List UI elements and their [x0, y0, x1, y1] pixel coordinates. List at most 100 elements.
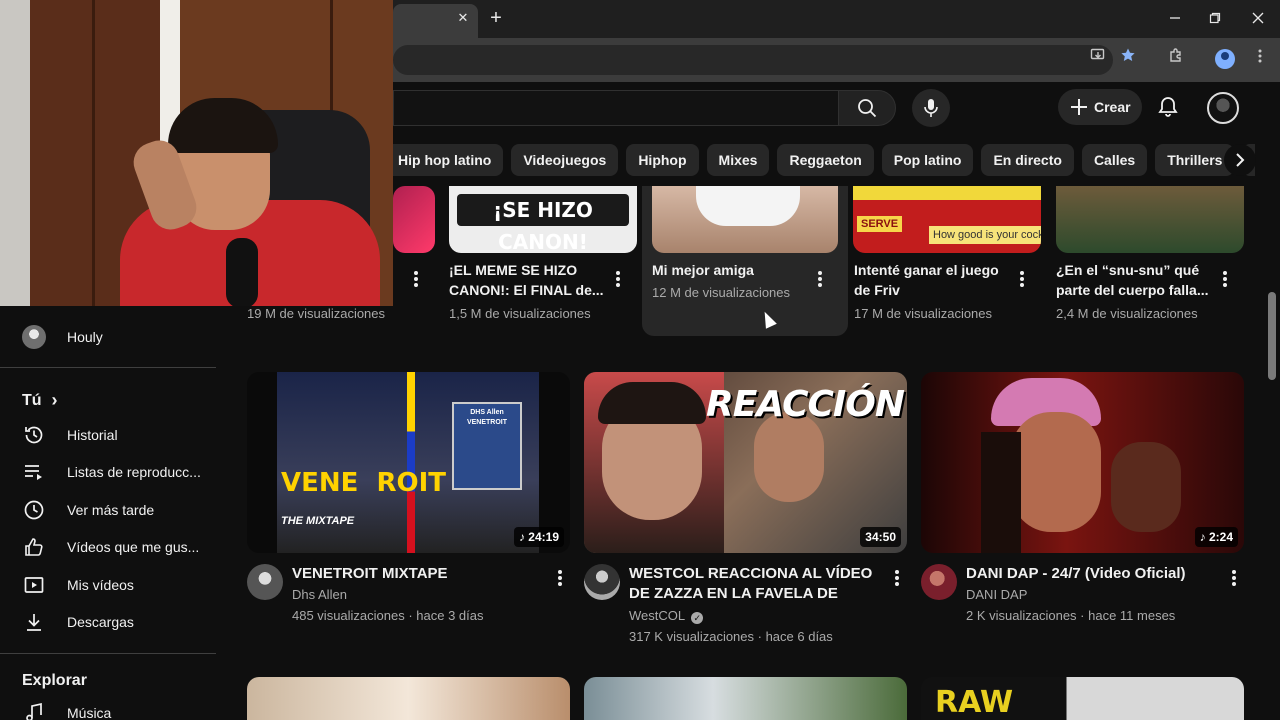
thumbnail-caption: VENE ROIT	[281, 468, 447, 498]
more-options-icon[interactable]	[1232, 570, 1236, 586]
video-stats: 2 K visualizaciones · hace 11 meses	[966, 608, 1176, 623]
video-thumbnail[interactable]	[1056, 186, 1244, 253]
sidebar-item-downloads[interactable]: Descargas	[0, 603, 220, 641]
video-thumbnail[interactable]	[652, 186, 838, 253]
video-thumbnail[interactable]: ♪ 2:24	[921, 372, 1244, 553]
create-button[interactable]: Crear	[1058, 89, 1142, 125]
sidebar-you-heading[interactable]: Tú ›	[22, 390, 58, 411]
filter-chip[interactable]: Reggaeton	[777, 144, 874, 176]
channel-name[interactable]: WestCOL ✓	[629, 606, 704, 626]
microphone-icon	[924, 99, 938, 117]
extensions-icon[interactable]	[1164, 46, 1188, 72]
channel-name[interactable]: Dhs Allen	[292, 585, 347, 605]
video-title[interactable]: ¡EL MEME SE HIZO CANON!: El FINAL de...	[449, 260, 607, 300]
search-input[interactable]	[393, 90, 838, 126]
channel-name[interactable]: DANI DAP	[966, 585, 1027, 605]
webcam-overlay	[0, 0, 393, 306]
more-options-icon[interactable]	[1020, 271, 1024, 287]
voice-search-button[interactable]	[912, 89, 950, 127]
filter-chip[interactable]: Pop latino	[881, 144, 974, 176]
sidebar-item-watch-later[interactable]: Ver más tarde	[0, 491, 220, 529]
filter-chip[interactable]: Mixes	[706, 144, 770, 176]
you-label: Tú	[22, 391, 42, 409]
video-title[interactable]: Mi mejor amiga	[652, 260, 802, 280]
sidebar-item-liked-videos[interactable]: Vídeos que me gus...	[0, 528, 220, 566]
channel-avatar[interactable]	[584, 564, 620, 600]
more-options-icon[interactable]	[895, 570, 899, 586]
filter-chip[interactable]: Calles	[1081, 144, 1148, 176]
downloads-icon	[22, 610, 46, 634]
chevron-right-icon: ›	[51, 390, 58, 410]
liked-videos-icon	[22, 535, 46, 559]
thumbnail-caption: ¡SE HIZO CANON!	[457, 194, 629, 253]
more-icon[interactable]	[1248, 46, 1272, 72]
video-thumbnail[interactable]	[584, 677, 907, 720]
video-title[interactable]: DANI DAP - 24/7 (Video Oficial)	[966, 564, 1216, 584]
thumbnail-poster: DHS Allen VENETROIT	[452, 402, 522, 490]
category-chips: Hip hop latino Videojuegos Hiphop Mixes Regg…	[393, 144, 1255, 176]
more-options-icon[interactable]	[616, 271, 620, 287]
video-thumbnail[interactable]: SERVE How good is your cocktail?	[853, 186, 1041, 253]
playlists-icon	[22, 460, 46, 484]
new-tab-icon[interactable]: +	[486, 7, 506, 29]
sidebar: Houly Tú › Historial Listas de reproducc…	[0, 306, 240, 720]
channel-name-label: WestCOL	[629, 608, 685, 623]
profile-icon[interactable]	[1215, 49, 1235, 69]
thumbnail-subcaption: THE MIXTAPE	[281, 515, 355, 527]
video-thumbnail[interactable]: DHS Allen VENETROIT VENE ROIT THE MIXTAP…	[247, 372, 570, 553]
sidebar-item-music[interactable]: Música	[0, 694, 220, 720]
more-options-icon[interactable]	[1223, 271, 1227, 287]
video-thumbnail[interactable]	[247, 677, 570, 720]
video-duration: 34:50	[860, 527, 901, 547]
close-icon[interactable]	[1245, 6, 1271, 32]
more-options-icon[interactable]	[818, 271, 822, 287]
filter-chip[interactable]: Thrillers	[1155, 144, 1235, 176]
filter-chip[interactable]: Hiphop	[626, 144, 699, 176]
channel-avatar[interactable]	[247, 564, 283, 600]
video-stats: 317 K visualizaciones · hace 6 días	[629, 629, 833, 644]
thumbnail-caption: How good is your cocktail?	[929, 226, 1041, 244]
page-scrollbar[interactable]	[1268, 292, 1276, 380]
bookmark-star-icon[interactable]	[1116, 46, 1140, 72]
video-views: 1,5 M de visualizaciones	[449, 306, 591, 321]
filter-chip[interactable]: Videojuegos	[511, 144, 619, 176]
address-bar[interactable]	[393, 45, 1113, 75]
video-title[interactable]: ¿En el “snu-snu” qué parte del cuerpo fa…	[1056, 260, 1214, 300]
video-thumbnail[interactable]: ¡SE HIZO CANON!	[449, 186, 637, 253]
video-thumbnail[interactable]	[393, 186, 435, 253]
video-duration: ♪ 2:24	[1194, 527, 1238, 547]
search-icon	[858, 99, 877, 118]
more-options-icon[interactable]	[558, 570, 562, 586]
subscription-item-houly[interactable]: Houly	[0, 318, 220, 356]
sidebar-explore-heading: Explorar	[22, 672, 87, 689]
video-title[interactable]: WESTCOL REACCIONA AL VÍDEO DE ZAZZA EN L…	[629, 564, 884, 604]
sidebar-item-label: Listas de reproducc...	[67, 464, 201, 480]
watch-later-icon	[22, 498, 46, 522]
video-views: 12 M de visualizaciones	[652, 285, 791, 300]
music-icon	[22, 701, 46, 720]
sidebar-item-playlists[interactable]: Listas de reproducc...	[0, 453, 220, 491]
channel-avatar	[22, 325, 46, 349]
video-title[interactable]: Intenté ganar el juego de Friv	[854, 260, 1012, 300]
sidebar-item-historial[interactable]: Historial	[0, 416, 220, 454]
sidebar-item-label: Música	[67, 705, 112, 720]
filter-chip[interactable]: En directo	[981, 144, 1074, 176]
search-button[interactable]	[838, 90, 896, 126]
your-videos-icon	[22, 573, 46, 597]
video-views: 2,4 M de visualizaciones	[1056, 306, 1198, 321]
sidebar-divider	[0, 367, 216, 368]
filter-chip[interactable]: Hip hop latino	[393, 144, 504, 176]
minimize-icon[interactable]	[1162, 6, 1188, 32]
tab-close-icon[interactable]: ✕	[454, 8, 472, 28]
video-thumbnail[interactable]: REACCIÓN 34:50	[584, 372, 907, 553]
install-icon[interactable]	[1086, 46, 1110, 72]
video-title[interactable]: VENETROIT MIXTAPE	[292, 564, 542, 584]
sidebar-item-your-videos[interactable]: Mis vídeos	[0, 566, 220, 604]
more-options-icon[interactable]	[414, 271, 418, 287]
notifications-bell-icon[interactable]	[1156, 95, 1180, 119]
maximize-icon[interactable]	[1202, 6, 1228, 32]
account-avatar[interactable]	[1207, 92, 1239, 124]
chips-next-arrow-icon[interactable]	[1224, 144, 1256, 176]
channel-avatar[interactable]	[921, 564, 957, 600]
video-thumbnail[interactable]: RAW	[921, 677, 1244, 720]
